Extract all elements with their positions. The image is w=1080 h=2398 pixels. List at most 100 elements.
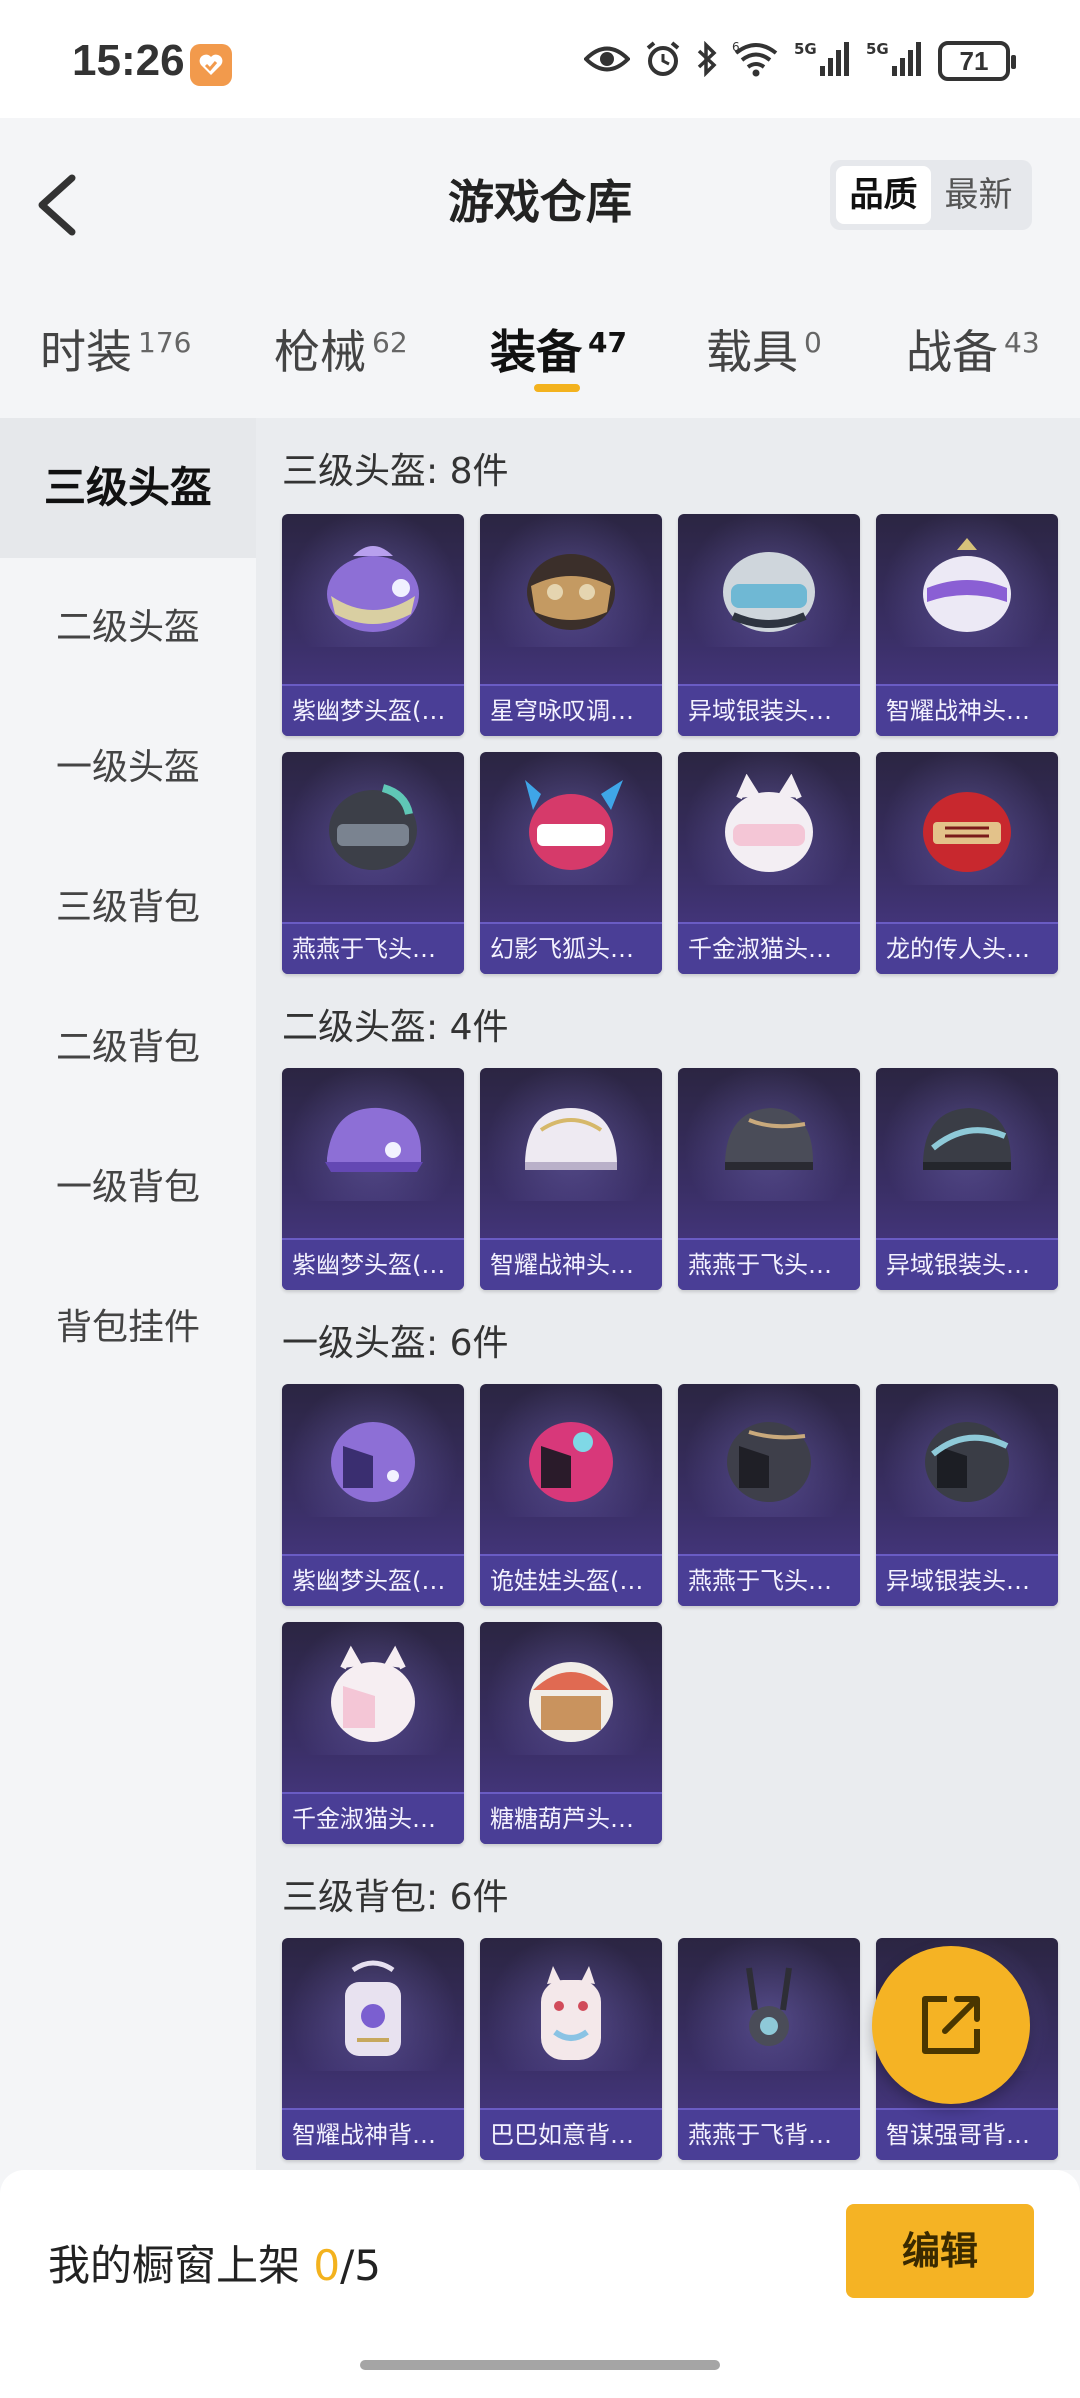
item-name: 燕燕于飞头盔... [678, 1238, 860, 1290]
signal-label-1: 5G [794, 40, 817, 58]
item-name: 燕燕于飞头盔... [282, 922, 464, 974]
helmet-icon [313, 1406, 433, 1516]
helmet-icon [907, 536, 1027, 646]
showcase-label: 我的橱窗上架 [48, 2241, 301, 2290]
item-name: 幻影飞狐头盔... [480, 922, 662, 974]
sort-toggle[interactable]: 品质 最新 [830, 160, 1032, 230]
tab-label: 装备 [490, 325, 582, 379]
item-name: 智谋强哥背包... [876, 2108, 1058, 2160]
tab-fashion[interactable]: 时装 176 [40, 316, 191, 382]
tab-count: 47 [588, 325, 627, 359]
item-name: 巴巴如意背包... [480, 2108, 662, 2160]
item-name: 糖糖葫芦头盔... [480, 1792, 662, 1844]
tab-count: 0 [804, 325, 822, 359]
tab-vehicles[interactable]: 载具 0 [706, 316, 822, 382]
item-card[interactable]: 燕燕于飞头盔... [678, 1384, 860, 1606]
item-name: 异域银装头盔... [876, 1238, 1058, 1290]
sidebar-item-level3-helmet[interactable]: 三级头盔 [0, 418, 256, 558]
item-card[interactable]: 智耀战神头盔... [876, 514, 1058, 736]
wifi-icon: 6 [732, 40, 780, 81]
item-card[interactable]: 紫幽梦头盔(1... [282, 1384, 464, 1606]
active-tab-indicator [534, 384, 580, 392]
tab-label: 枪械 [274, 325, 366, 379]
sort-option-newest[interactable]: 最新 [931, 166, 1026, 224]
item-card[interactable]: 糖糖葫芦头盔... [480, 1622, 662, 1844]
tab-label: 时装 [40, 325, 132, 379]
helmet-icon [709, 1406, 829, 1516]
item-card[interactable]: 异域银装头盔... [876, 1068, 1058, 1290]
edit-button[interactable]: 编辑 [846, 2204, 1034, 2298]
item-name: 龙的传人头盔... [876, 922, 1058, 974]
tab-count: 176 [138, 325, 192, 359]
helmet-icon [709, 1090, 829, 1200]
item-card[interactable]: 异域银装头盔... [876, 1384, 1058, 1606]
item-card[interactable]: 紫幽梦头盔(3... [282, 514, 464, 736]
item-grid-content: 三级头盔: 8件 紫幽梦头盔(3... 星穹咏叹调头... 异域银装头盔... … [256, 418, 1080, 2170]
helmet-icon [313, 1090, 433, 1200]
section-title: 二级头盔: 4件 [282, 1007, 509, 1048]
item-card[interactable]: 巴巴如意背包... [480, 1938, 662, 2160]
tab-supplies[interactable]: 战备 43 [906, 316, 1040, 382]
sidebar-item-level2-helmet[interactable]: 二级头盔 [0, 558, 256, 698]
app-notification-icon [190, 44, 232, 86]
item-card[interactable]: 燕燕于飞背包... [678, 1938, 860, 2160]
alarm-icon [644, 40, 682, 82]
item-card[interactable]: 幻影飞狐头盔... [480, 752, 662, 974]
helmet-icon [709, 536, 829, 646]
sidebar: 三级头盔 二级头盔 一级头盔 三级背包 二级背包 一级背包 背包挂件 [0, 418, 256, 2170]
item-name: 燕燕于飞头盔... [678, 1554, 860, 1606]
helmet-icon [511, 1644, 631, 1754]
section-title: 一级头盔: 6件 [282, 1323, 509, 1364]
item-card[interactable]: 千金淑猫头盔... [678, 752, 860, 974]
item-card[interactable]: 诡娃娃头盔(1... [480, 1384, 662, 1606]
item-card[interactable]: 智耀战神背包... [282, 1938, 464, 2160]
item-card[interactable]: 紫幽梦头盔(2... [282, 1068, 464, 1290]
helmet-icon [313, 774, 433, 884]
item-name: 紫幽梦头盔(3... [282, 684, 464, 736]
item-card[interactable]: 星穹咏叹调头... [480, 514, 662, 736]
tab-equipment[interactable]: 装备 47 [490, 316, 627, 382]
sidebar-item-level1-helmet[interactable]: 一级头盔 [0, 698, 256, 838]
bluetooth-icon [696, 40, 718, 81]
item-name: 智耀战神头盔... [876, 684, 1058, 736]
tab-firearms[interactable]: 枪械 62 [274, 316, 408, 382]
backpack-icon [511, 1960, 631, 2070]
showcase-total: /5 [340, 2241, 381, 2290]
item-name: 智耀战神背包... [282, 2108, 464, 2160]
item-name: 千金淑猫头盔... [282, 1792, 464, 1844]
section-title: 三级背包: 6件 [282, 1877, 509, 1918]
item-card[interactable]: 千金淑猫头盔... [282, 1622, 464, 1844]
sidebar-item-level3-backpack[interactable]: 三级背包 [0, 838, 256, 978]
home-indicator[interactable] [360, 2360, 720, 2370]
status-icons: 6 5G 5G 71 [583, 40, 1016, 82]
helmet-icon [907, 1090, 1027, 1200]
item-card[interactable]: 智耀战神头盔... [480, 1068, 662, 1290]
wifi-badge: 6 [732, 41, 740, 54]
sort-option-quality[interactable]: 品质 [836, 166, 931, 224]
section-title: 三级头盔: 8件 [282, 451, 509, 492]
sidebar-item-backpack-charm[interactable]: 背包挂件 [0, 1258, 256, 1398]
sidebar-item-level1-backpack[interactable]: 一级背包 [0, 1118, 256, 1258]
item-card[interactable]: 燕燕于飞头盔... [282, 752, 464, 974]
item-card[interactable]: 异域银装头盔... [678, 514, 860, 736]
showcase-count: 0 [313, 2241, 341, 2290]
helmet-icon [709, 773, 829, 884]
sidebar-item-level2-backpack[interactable]: 二级背包 [0, 978, 256, 1118]
signal-icon: 5G [866, 40, 924, 82]
share-button[interactable] [872, 1946, 1030, 2104]
item-name: 紫幽梦头盔(2... [282, 1238, 464, 1290]
category-tabs: 时装 176 枪械 62 装备 47 载具 0 战备 43 [0, 278, 1080, 418]
helmet-icon [313, 1644, 433, 1754]
app-header: 游戏仓库 品质 最新 [0, 118, 1080, 278]
helmet-icon [511, 774, 631, 884]
tab-count: 43 [1004, 325, 1040, 359]
item-card[interactable]: 燕燕于飞头盔... [678, 1068, 860, 1290]
item-name: 智耀战神头盔... [480, 1238, 662, 1290]
item-name: 异域银装头盔... [876, 1554, 1058, 1606]
tab-count: 62 [372, 325, 408, 359]
item-card[interactable]: 龙的传人头盔... [876, 752, 1058, 974]
helmet-icon [511, 1406, 631, 1516]
item-name: 星穹咏叹调头... [480, 684, 662, 736]
helmet-icon [907, 1406, 1027, 1516]
status-bar: 15:26 6 5G 5G 71 [0, 0, 1080, 118]
